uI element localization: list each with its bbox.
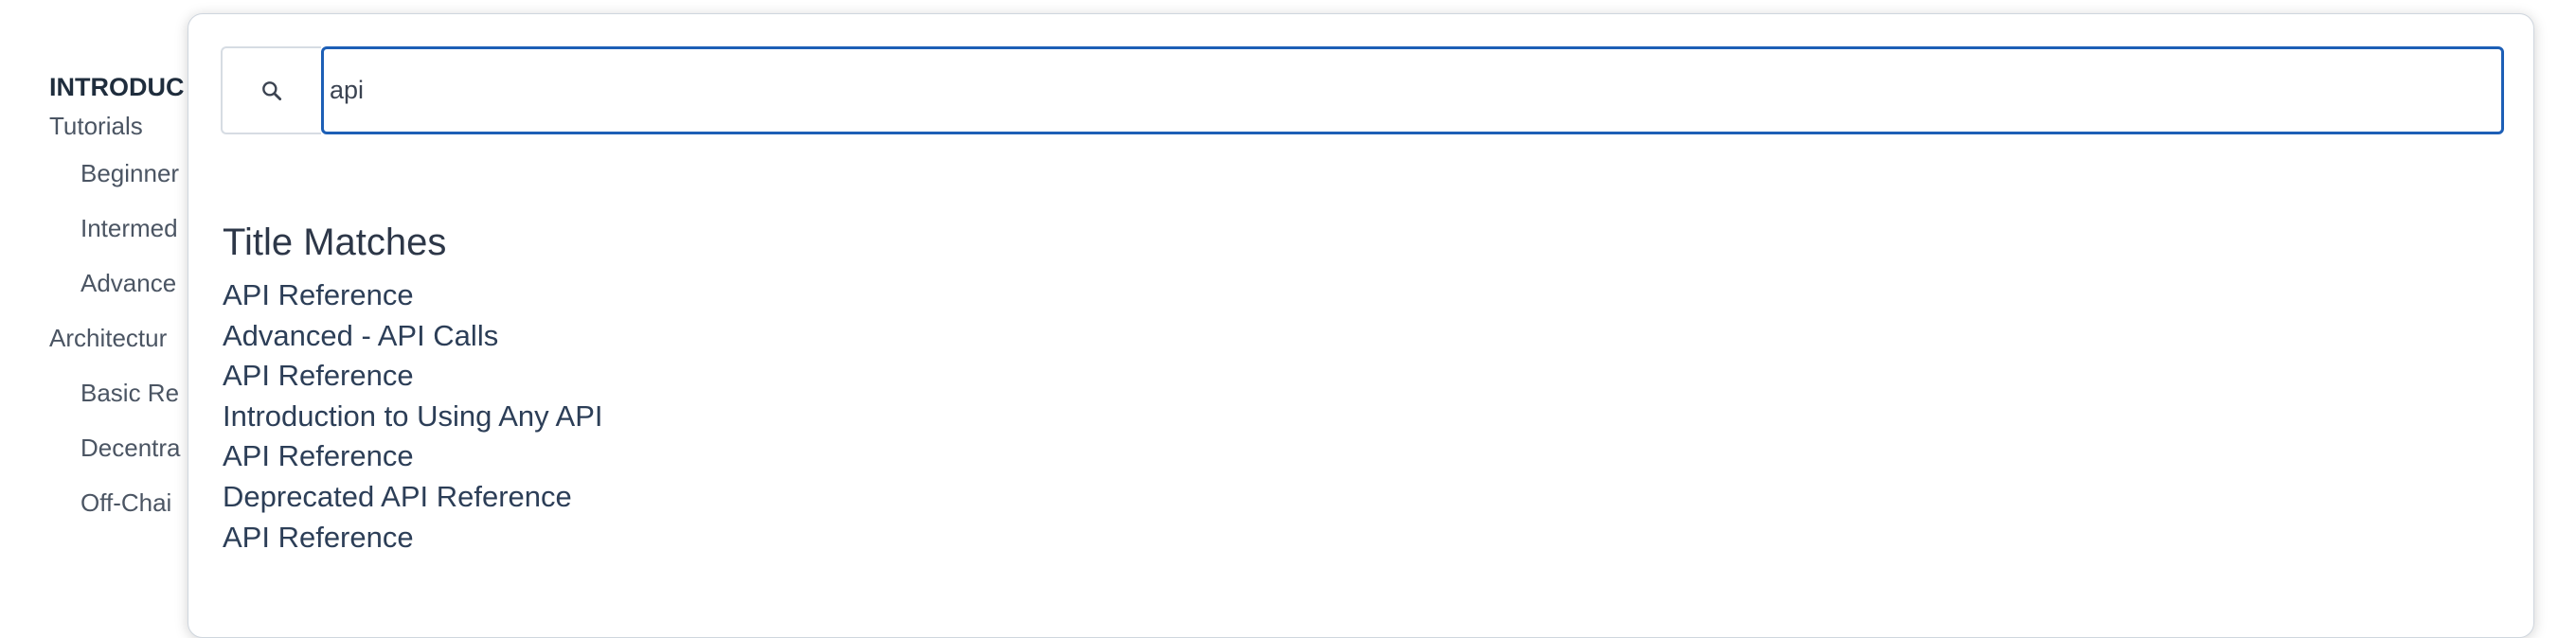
sidebar-item-off-chain[interactable]: Off-Chai [49,475,201,530]
search-results: Title Matches API Reference Advanced - A… [223,209,603,558]
search-icon-addon [221,46,321,134]
search-bar [221,46,2504,134]
sidebar-item-intermediate[interactable]: Intermed [49,201,201,256]
search-modal: Title Matches API Reference Advanced - A… [188,13,2534,638]
result-link-api-reference[interactable]: API Reference [223,356,603,397]
result-link-intro-using-any-api[interactable]: Introduction to Using Any API [223,397,603,437]
sidebar-item-tutorials[interactable]: Tutorials [49,106,201,146]
search-icon [262,80,282,100]
sidebar-item-beginner[interactable]: Beginner [49,146,201,201]
result-link-api-reference[interactable]: API Reference [223,518,603,558]
sidebar-heading-introduction: INTRODUC [49,73,185,101]
docs-sidebar: INTRODUC Tutorials Beginner Intermed Adv… [49,68,201,530]
result-link-api-reference[interactable]: API Reference [223,275,603,316]
search-input[interactable] [321,46,2504,134]
sidebar-item-architecture[interactable]: Architectur [49,310,201,365]
sidebar-item-basic-request[interactable]: Basic Re [49,365,201,420]
result-link-api-reference[interactable]: API Reference [223,436,603,477]
results-heading: Title Matches [223,222,447,263]
sidebar-item-advanced[interactable]: Advance [49,256,201,310]
result-link-deprecated-api-reference[interactable]: Deprecated API Reference [223,477,603,518]
sidebar-item-decentralized[interactable]: Decentra [49,420,201,475]
result-link-advanced-api-calls[interactable]: Advanced - API Calls [223,316,603,357]
